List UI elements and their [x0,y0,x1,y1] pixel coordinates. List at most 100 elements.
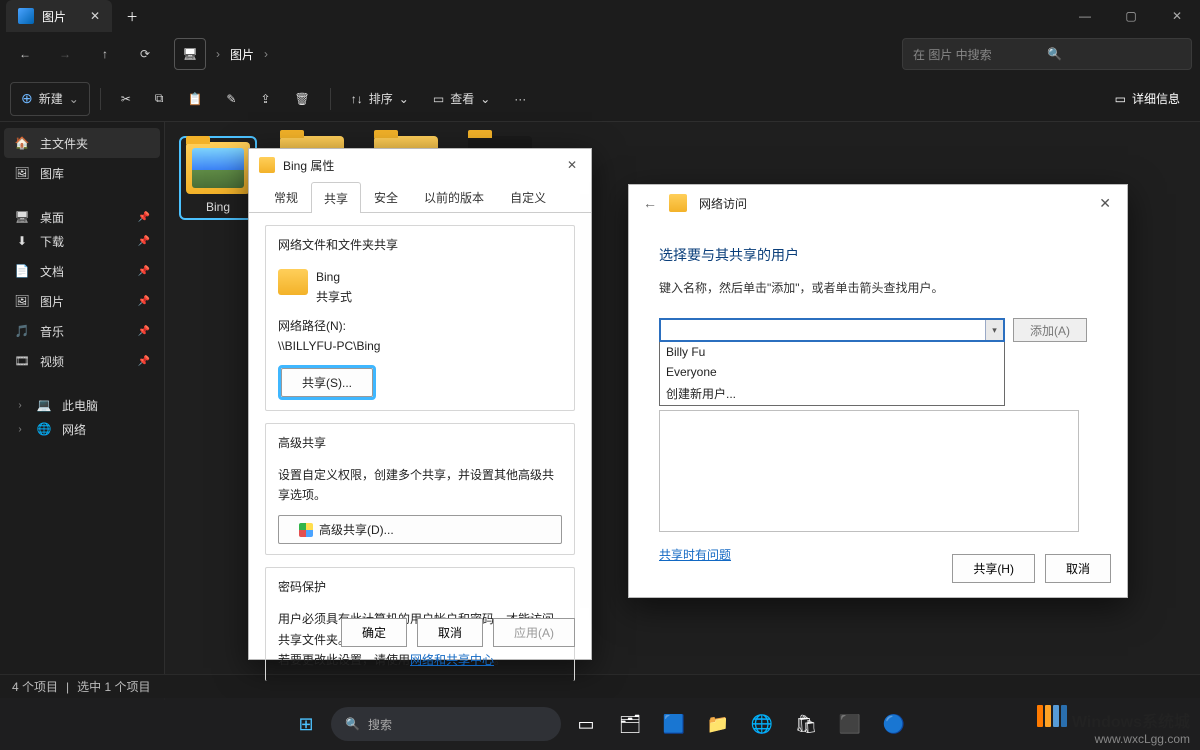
folder-icon [259,157,275,173]
network-dialog-title: 网络访问 [699,195,747,212]
delete-button[interactable]: 🗑 [285,82,320,116]
tab-security[interactable]: 安全 [361,181,411,212]
share-help-link[interactable]: 共享时有问题 [659,548,731,562]
window-maximize-button[interactable]: ▢ [1108,0,1154,32]
user-input[interactable] [661,320,985,340]
sidebar-item-thispc[interactable]: ›💻此电脑 [0,384,164,414]
new-button[interactable]: ⊕新建⌄ [10,82,90,116]
tab-pictures[interactable]: 图片 ✕ [6,0,112,32]
share-button[interactable]: 共享(S)... [281,368,373,397]
sidebar-item-videos[interactable]: 🎞视频📌 [0,346,164,376]
sidebar-item-pictures[interactable]: 🖼图片📌 [0,286,164,316]
network-share-section: 网络文件和文件夹共享 Bing 共享式 网络路径(N): \\BILLYFU-P… [265,225,575,411]
properties-titlebar[interactable]: Bing 属性 ✕ [249,149,591,181]
network-dialog-titlebar[interactable]: ← 网络访问 ✕ [629,185,1127,221]
pin-icon: 📌 [138,296,150,307]
ok-button[interactable]: 确定 [341,618,407,647]
tab-close-icon[interactable]: ✕ [90,9,100,23]
taskbar-edge[interactable]: 🌐 [743,705,781,743]
taskbar: ⊞ 🔍搜索 ▭ 🗂 🟦 📁 🌐 🛍 ⬛ 🔵 [0,698,1200,750]
separator [100,88,101,110]
dropdown-button[interactable]: ▾ [985,320,1003,340]
network-dialog-close-button[interactable]: ✕ [1089,195,1121,212]
copy-button[interactable]: ⧉ [145,82,174,116]
details-pane-button[interactable]: ▭ 详细信息 [1105,82,1190,116]
dropdown-option[interactable]: Everyone [660,362,1004,382]
taskbar-app[interactable]: ⬛ [831,705,869,743]
nav-forward-button: → [48,37,82,71]
sort-button[interactable]: ↑↓ 排序 ⌄ [341,82,419,116]
pin-icon: 📌 [138,212,150,223]
user-combo[interactable]: ▾ [659,318,1005,342]
taskbar-app[interactable]: 🟦 [655,705,693,743]
cancel-button[interactable]: 取消 [417,618,483,647]
status-bar: 4 个项目 | 选中 1 个项目 [0,674,1200,698]
sidebar-item-gallery[interactable]: 🖼图库 [0,158,164,188]
video-icon: 🎞 [14,353,30,369]
window-minimize-button[interactable]: — [1062,0,1108,32]
advanced-share-button[interactable]: 高级共享(D)... [278,515,562,544]
tab-customize[interactable]: 自定义 [497,181,559,212]
breadcrumb: 🖥 › 图片 › [174,38,268,70]
breadcrumb-pictures[interactable]: 图片 [230,46,254,63]
advanced-share-section: 高级共享 设置自定义权限，创建多个共享，并设置其他高级共享选项。 高级共享(D)… [265,423,575,556]
apply-button: 应用(A) [493,618,575,647]
taskbar-store[interactable]: 🛍 [787,705,825,743]
properties-tabs: 常规 共享 安全 以前的版本 自定义 [249,181,591,213]
share-state: 共享式 [316,287,352,307]
rename-button[interactable]: ✎ [216,82,246,116]
window-close-button[interactable]: ✕ [1154,0,1200,32]
view-button[interactable]: ▭ 查看 ⌄ [423,82,500,116]
sidebar-item-documents[interactable]: 📄文档📌 [0,256,164,286]
taskbar-explorer[interactable]: 📁 [699,705,737,743]
start-button[interactable]: ⊞ [287,705,325,743]
section-title: 高级共享 [278,434,562,457]
new-tab-button[interactable]: ＋ [118,2,146,30]
status-count: 4 个项目 [12,678,58,695]
tab-general[interactable]: 常规 [261,181,311,212]
desktop-icon: 🖥 [14,209,30,225]
nav-refresh-button[interactable]: ⟳ [128,37,162,71]
nav-back-button[interactable]: ← [8,37,42,71]
sidebar-item-home[interactable]: 🏠主文件夹 [4,128,160,158]
chevron-icon: › [14,424,26,435]
search-input[interactable]: 在 图片 中搜索 🔍 [902,38,1192,70]
sidebar-item-network[interactable]: ›🌐网络 [0,414,164,444]
folder-icon [278,269,308,295]
cancel-button[interactable]: 取消 [1045,554,1111,583]
add-button: 添加(A) [1013,318,1087,342]
nav-up-button[interactable]: ↑ [88,37,122,71]
folder-bing[interactable]: Bing [179,136,257,220]
taskbar-app[interactable]: 🔵 [875,705,913,743]
taskbar-search[interactable]: 🔍搜索 [331,707,561,741]
cut-button[interactable]: ✂ [111,82,141,116]
sidebar-item-downloads[interactable]: ⬇下载📌 [0,226,164,256]
taskbar-app[interactable]: 🗂 [611,705,649,743]
properties-close-button[interactable]: ✕ [557,158,587,172]
sidebar-item-desktop[interactable]: 🖥桌面📌 [0,196,164,226]
dropdown-option[interactable]: Billy Fu [660,342,1004,362]
tab-title: 图片 [42,8,66,25]
search-icon: 🔍 [1047,47,1181,61]
share-confirm-button[interactable]: 共享(H) [952,554,1035,583]
share-button[interactable]: ⇪ [250,82,280,116]
home-icon: 🏠 [14,135,30,151]
separator [330,88,331,110]
tab-share[interactable]: 共享 [311,182,361,213]
download-icon: ⬇ [14,233,30,249]
back-icon[interactable]: ← [643,195,657,211]
task-view-button[interactable]: ▭ [567,705,605,743]
command-bar: ⊕新建⌄ ✂ ⧉ 📋 ✎ ⇪ 🗑 ↑↓ 排序 ⌄ ▭ 查看 ⌄ ··· ▭ 详细… [0,76,1200,122]
share-name: Bing [316,267,352,287]
search-icon: 🔍 [345,717,360,731]
dropdown-option[interactable]: 创建新用户... [660,382,1004,405]
more-button[interactable]: ··· [504,82,536,116]
network-center-link[interactable]: 网络和共享中心 [410,653,494,667]
paste-button[interactable]: 📋 [177,82,212,116]
tab-previous-versions[interactable]: 以前的版本 [411,181,497,212]
shared-users-list[interactable] [659,410,1079,532]
sidebar: 🏠主文件夹 🖼图库 🖥桌面📌 ⬇下载📌 📄文档📌 🖼图片📌 🎵音乐📌 🎞视频📌 … [0,122,165,700]
monitor-icon[interactable]: 🖥 [174,38,206,70]
user-dropdown-list: Billy Fu Everyone 创建新用户... [659,342,1005,406]
sidebar-item-music[interactable]: 🎵音乐📌 [0,316,164,346]
